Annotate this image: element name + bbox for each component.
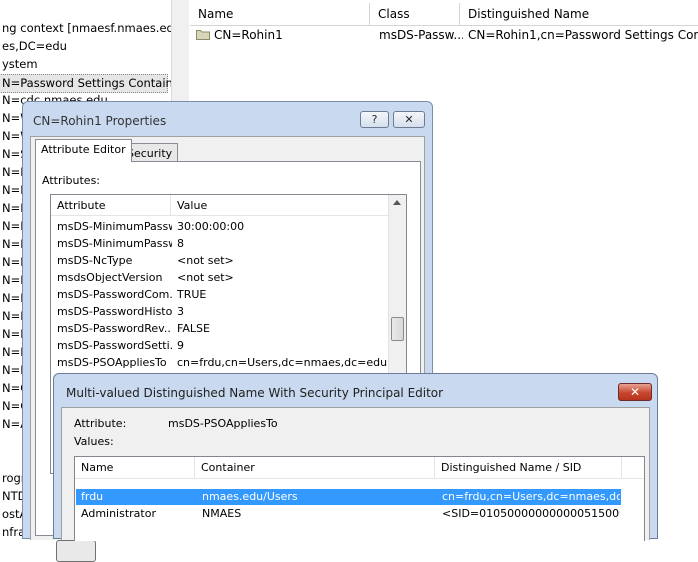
scroll-up-icon[interactable]	[393, 200, 401, 205]
tree-item[interactable]: ystem	[0, 56, 38, 73]
tab-attribute-editor[interactable]: Attribute Editor	[35, 139, 132, 162]
ok-button[interactable]	[56, 540, 96, 562]
attribute-name: msDS-PasswordCom...	[57, 288, 172, 301]
attribute-value: FALSE	[177, 322, 210, 335]
column-header-attribute[interactable]: Attribute	[51, 195, 171, 216]
editor-dialog-title: Multi-valued Distinguished Name With Sec…	[66, 386, 444, 400]
table-row[interactable]: msDS-PasswordCom... TRUE	[51, 286, 391, 303]
attribute-value: 30:00:00:00	[177, 220, 245, 233]
attributes-label: Attributes:	[42, 174, 101, 187]
table-row-selected[interactable]: frdu nmaes.edu/Users cn=frdu,cn=Users,dc…	[76, 489, 621, 505]
attribute-name: msdsObjectVersion	[57, 271, 163, 284]
attribute-name: msDS-MinimumPassw...	[57, 237, 172, 250]
attribute-value: 8	[177, 237, 184, 250]
value-container: nmaes.edu/Users	[202, 490, 298, 503]
attribute-value: TRUE	[177, 288, 207, 301]
help-icon: ?	[371, 113, 378, 126]
attribute-name: msDS-PasswordRev...	[57, 322, 172, 335]
attribute-label: Attribute:	[74, 417, 127, 430]
values-list[interactable]: Name Container Distinguished Name / SID …	[74, 456, 645, 541]
table-row[interactable]: msDS-PSOAppliesTo cn=frdu,cn=Users,dc=nm…	[51, 354, 391, 371]
attribute-name: msDS-NcType	[57, 254, 133, 267]
attribute-value: 3	[177, 305, 184, 318]
table-row[interactable]: msDS-PasswordRev... FALSE	[51, 320, 391, 337]
value-container: NMAES	[202, 507, 242, 520]
attribute-name: msDS-PasswordSetti...	[57, 339, 172, 352]
value-name: frdu	[81, 490, 104, 503]
column-header-name[interactable]: Name	[190, 3, 370, 25]
values-label: Values:	[74, 435, 114, 448]
list-item-class[interactable]: msDS-Passw...	[379, 26, 463, 44]
table-row[interactable]: msDS-PasswordSetti... 9	[51, 337, 391, 354]
table-row[interactable]: Administrator NMAES <SID=010500000000000…	[76, 506, 621, 522]
editor-close-button[interactable]: ✕	[618, 383, 652, 401]
properties-close-button[interactable]: ✕	[393, 111, 425, 128]
attribute-value: msDS-PSOAppliesTo	[168, 417, 278, 430]
column-header-dn[interactable]: Distinguished Name	[460, 3, 698, 25]
scroll-thumb[interactable]	[391, 317, 404, 341]
attribute-value: 9	[177, 339, 184, 352]
object-list-header: Name Class Distinguished Name	[190, 3, 698, 26]
folder-icon	[196, 29, 210, 40]
tree-item-selected[interactable]: N=Password Settings Container	[0, 74, 180, 93]
column-header-name[interactable]: Name	[75, 457, 195, 479]
help-button[interactable]: ?	[360, 111, 389, 128]
column-header-class[interactable]: Class	[370, 3, 460, 25]
table-row[interactable]: msDS-PasswordHisto... 3	[51, 303, 391, 320]
value-dn: cn=frdu,cn=Users,dc=nmaes,dc...	[442, 490, 620, 503]
list-item-dn[interactable]: CN=Rohin1,cn=Password Settings Containe	[468, 26, 698, 44]
properties-dialog-title: CN=Rohin1 Properties	[33, 114, 167, 128]
table-row[interactable]: msdsObjectVersion <not set>	[51, 269, 391, 286]
attribute-value: <not set>	[177, 254, 234, 267]
value-name: Administrator	[81, 507, 156, 520]
tree-item[interactable]: es,DC=edu	[0, 38, 67, 55]
attribute-value: cn=frdu,cn=Users,dc=nmaes,dc=edu; <SID=	[177, 356, 391, 369]
list-item-name[interactable]: CN=Rohin1	[214, 26, 283, 44]
multivalued-editor-dialog: Multi-valued Distinguished Name With Sec…	[53, 373, 658, 541]
column-header-container[interactable]: Container	[195, 457, 435, 479]
table-row[interactable]: msDS-NcType <not set>	[51, 252, 391, 269]
attribute-name: msDS-MinimumPassw...	[57, 220, 172, 233]
close-icon: ✕	[629, 385, 641, 399]
attribute-name: msDS-PSOAppliesTo	[57, 356, 167, 369]
table-row[interactable]: msDS-MinimumPassw... 30:00:00:00	[51, 218, 391, 235]
tree-item[interactable]: ng context [nmaesf.nmaes.edu]	[0, 20, 180, 37]
attribute-value: <not set>	[177, 271, 234, 284]
editor-body: Attribute: msDS-PSOAppliesTo Values: Nam…	[61, 407, 650, 541]
column-header-value[interactable]: Value	[171, 195, 391, 216]
table-row[interactable]: msDS-MinimumPassw... 8	[51, 235, 391, 252]
attribute-name: msDS-PasswordHisto...	[57, 305, 172, 318]
column-header-dn-sid[interactable]: Distinguished Name / SID	[435, 457, 622, 479]
close-icon: ✕	[404, 113, 414, 126]
value-dn: <SID=010500000000000515000...	[442, 507, 620, 520]
column-header-spacer	[622, 457, 644, 479]
